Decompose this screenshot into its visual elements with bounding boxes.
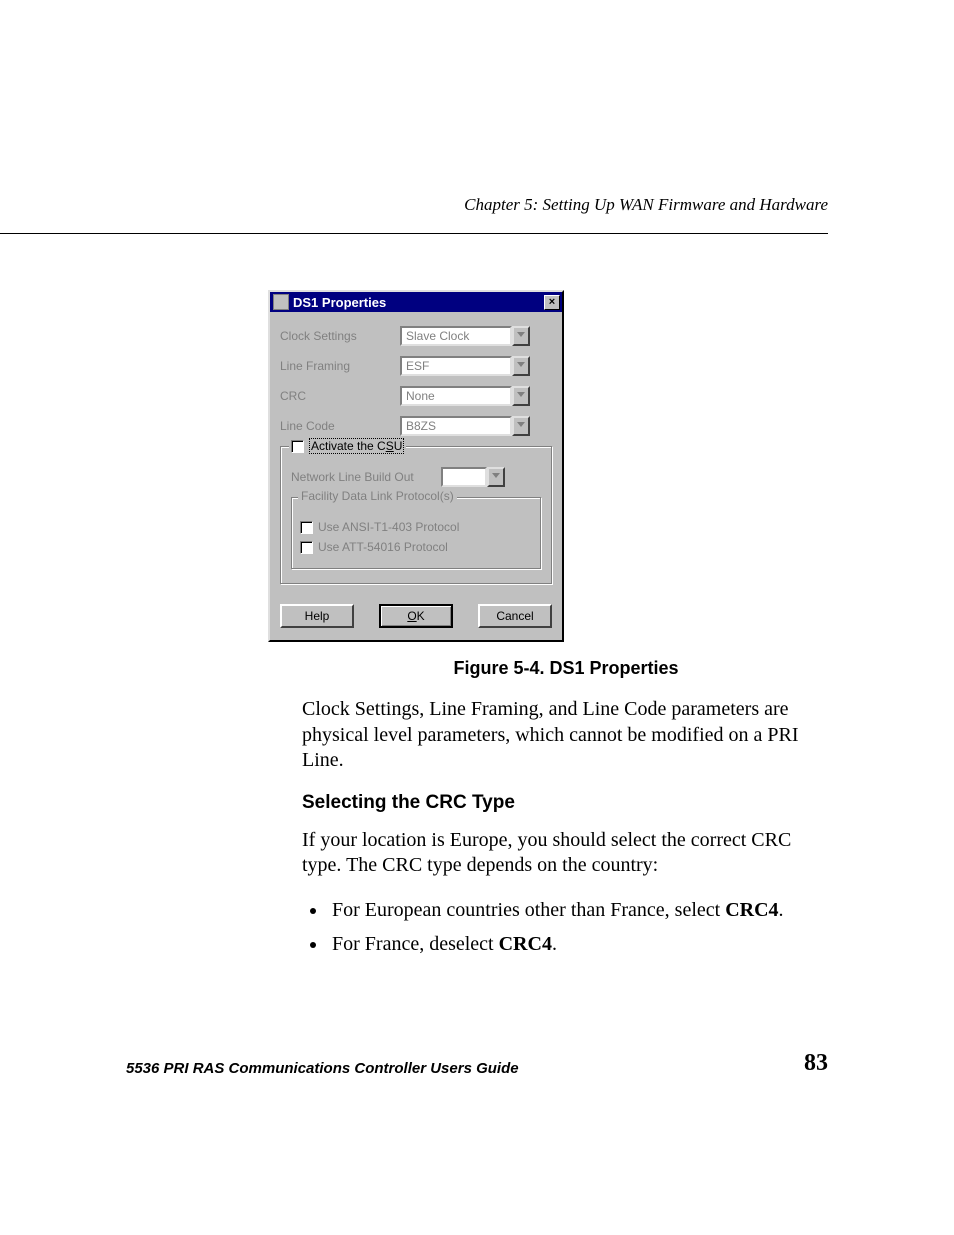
- list-text: .: [552, 933, 557, 955]
- chapter-header: Chapter 5: Setting Up WAN Firmware and H…: [0, 195, 828, 221]
- chevron-down-icon[interactable]: [512, 416, 530, 436]
- nlbo-combo[interactable]: [441, 467, 505, 487]
- close-icon[interactable]: ×: [544, 295, 560, 310]
- app-icon: [273, 294, 289, 310]
- ok-button[interactable]: OK: [379, 604, 453, 628]
- fdlp-legend: Facility Data Link Protocol(s): [298, 489, 457, 503]
- crc-label: CRC: [280, 389, 400, 403]
- clock-settings-value: Slave Clock: [400, 326, 512, 346]
- list-text: For France, deselect: [332, 933, 499, 955]
- chevron-down-icon[interactable]: [512, 386, 530, 406]
- list-item: For France, deselect CRC4.: [328, 931, 830, 957]
- att-label: Use ATT-54016 Protocol: [318, 540, 448, 554]
- line-framing-label: Line Framing: [280, 359, 400, 373]
- figure-caption: Figure 5-4. DS1 Properties: [302, 658, 830, 679]
- fdlp-group: Facility Data Link Protocol(s) Use ANSI-…: [291, 497, 541, 569]
- activate-csu-checkbox[interactable]: Activate the CSU: [289, 438, 406, 454]
- crc-combo[interactable]: None: [400, 386, 530, 406]
- list-bold: CRC4: [499, 933, 552, 955]
- header-rule: [0, 233, 828, 234]
- page-number: 83: [804, 1050, 828, 1077]
- chevron-down-icon[interactable]: [512, 326, 530, 346]
- line-code-label: Line Code: [280, 419, 400, 433]
- list-text: .: [779, 899, 784, 921]
- clock-settings-combo[interactable]: Slave Clock: [400, 326, 530, 346]
- clock-settings-label: Clock Settings: [280, 329, 400, 343]
- list-bold: CRC4: [725, 899, 778, 921]
- paragraph: If your location is Europe, you should s…: [302, 828, 830, 879]
- line-framing-value: ESF: [400, 356, 512, 376]
- line-code-combo[interactable]: B8ZS: [400, 416, 530, 436]
- footer-guide: 5536 PRI RAS Communications Controller U…: [126, 1060, 519, 1077]
- checkbox-icon[interactable]: [300, 541, 313, 554]
- section-heading: Selecting the CRC Type: [302, 792, 830, 814]
- crc-value: None: [400, 386, 512, 406]
- line-code-value: B8ZS: [400, 416, 512, 436]
- line-framing-combo[interactable]: ESF: [400, 356, 530, 376]
- bullet-list: For European countries other than France…: [328, 897, 830, 958]
- ds1-properties-window: DS1 Properties × Clock Settings Slave Cl…: [268, 290, 564, 642]
- list-item: For European countries other than France…: [328, 897, 830, 923]
- cancel-button[interactable]: Cancel: [478, 604, 552, 628]
- att-checkbox[interactable]: Use ATT-54016 Protocol: [300, 540, 532, 554]
- ansi-checkbox[interactable]: Use ANSI-T1-403 Protocol: [300, 520, 532, 534]
- checkbox-icon[interactable]: [291, 440, 304, 453]
- ansi-label: Use ANSI-T1-403 Protocol: [318, 520, 459, 534]
- help-button[interactable]: Help: [280, 604, 354, 628]
- window-title: DS1 Properties: [293, 295, 544, 310]
- csu-group: Activate the CSU Network Line Build Out …: [280, 446, 552, 584]
- chevron-down-icon[interactable]: [512, 356, 530, 376]
- checkbox-icon[interactable]: [300, 521, 313, 534]
- dialog-screenshot: DS1 Properties × Clock Settings Slave Cl…: [268, 290, 560, 642]
- chevron-down-icon[interactable]: [487, 467, 505, 487]
- titlebar: DS1 Properties ×: [270, 292, 562, 312]
- list-text: For European countries other than France…: [332, 899, 725, 921]
- nlbo-label: Network Line Build Out: [291, 470, 441, 484]
- paragraph: Clock Settings, Line Framing, and Line C…: [302, 697, 830, 774]
- nlbo-value: [441, 467, 487, 487]
